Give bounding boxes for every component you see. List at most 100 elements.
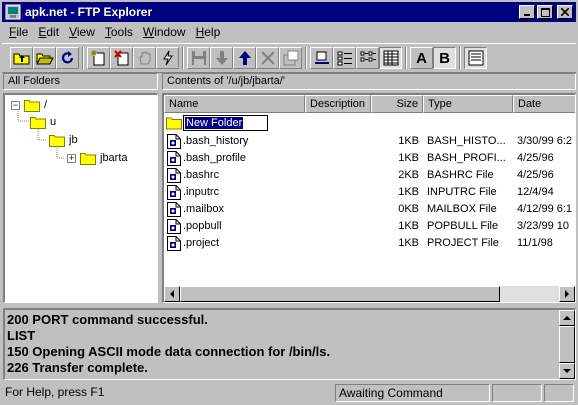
file-list[interactable]: Name Description Size Type Date New Fold… — [162, 93, 576, 303]
toolbar-separator — [305, 47, 307, 69]
up-folder-icon — [13, 53, 29, 65]
cell-size: 1KB — [398, 220, 419, 232]
column-header-type[interactable]: Type — [423, 95, 513, 113]
font-b-button[interactable]: B — [433, 47, 456, 69]
menu-file[interactable]: File — [4, 25, 33, 39]
table-row[interactable]: .mailbox 0KB MAILBOX File 4/12/99 6:1 — [164, 201, 574, 218]
folder-icon — [30, 117, 46, 129]
horizontal-scrollbar[interactable] — [164, 286, 575, 302]
toolbar-separator — [82, 47, 84, 69]
large-icons-button[interactable] — [310, 47, 333, 69]
list-item-new-folder[interactable]: New Folder — [164, 114, 574, 131]
menu-view[interactable]: View — [64, 25, 100, 39]
table-row[interactable]: .bash_history 1KB BASH_HISTO... 3/30/99 6:2 — [164, 133, 574, 150]
log-view-icon — [468, 50, 483, 66]
file-icon — [167, 151, 181, 166]
save-icon — [191, 51, 206, 65]
file-icon — [167, 202, 181, 217]
cell-name: .bash_profile — [183, 152, 246, 164]
cell-date: 3/30/99 6:2 — [517, 135, 573, 147]
table-row[interactable]: .popbull 1KB POPBULL File 3/23/99 10 — [164, 218, 574, 235]
table-row[interactable]: .bash_profile 1KB BASH_PROFI... 4/25/96 — [164, 150, 574, 167]
column-header-size[interactable]: Size — [371, 95, 423, 113]
download-button[interactable] — [210, 47, 233, 69]
vertical-scrollbar[interactable] — [559, 310, 575, 379]
connect-button[interactable] — [156, 47, 179, 69]
properties-icon — [283, 50, 298, 66]
table-row[interactable]: .bashrc 2KB BASHRC File 4/25/96 — [164, 167, 574, 184]
scroll-right-button[interactable] — [559, 286, 575, 302]
hand-icon — [138, 51, 150, 65]
cancel-button[interactable] — [256, 47, 279, 69]
tree-node-root[interactable]: − / — [11, 97, 47, 113]
tree-node-jbarta[interactable]: + jbarta — [67, 150, 128, 166]
cell-size: 1KB — [398, 186, 419, 198]
list-view-button[interactable] — [356, 47, 379, 69]
scroll-down-button[interactable] — [559, 363, 575, 379]
toolbar-separator — [459, 47, 461, 69]
refresh-icon — [61, 51, 73, 64]
delete-icon — [113, 50, 128, 66]
table-row[interactable]: .inputrc 1KB INPUTRC File 12/4/94 — [164, 184, 574, 201]
close-button[interactable] — [557, 5, 573, 19]
up-folder-button[interactable] — [10, 47, 33, 69]
small-icons-button[interactable] — [333, 47, 356, 69]
scroll-left-button[interactable] — [164, 286, 180, 302]
download-icon — [215, 51, 228, 65]
status-panel — [544, 384, 574, 402]
scroll-up-button[interactable] — [559, 310, 575, 326]
scroll-thumb[interactable] — [559, 326, 575, 363]
folder-tree[interactable]: − / u jb + jbarta — [3, 93, 158, 303]
details-view-button[interactable] — [379, 47, 402, 69]
font-a-icon: A — [416, 49, 427, 67]
tree-node-jb[interactable]: jb — [49, 132, 78, 148]
menu-tools[interactable]: Tools — [100, 25, 138, 39]
refresh-button[interactable] — [56, 47, 79, 69]
stop-hand-button[interactable] — [133, 47, 156, 69]
menu-edit[interactable]: Edit — [33, 25, 64, 39]
new-folder-button[interactable] — [87, 47, 110, 69]
cell-type: MAILBOX File — [427, 203, 497, 215]
menu-window-rest: indow — [154, 25, 186, 39]
table-row[interactable]: .project 1KB PROJECT File 11/1/98 — [164, 235, 574, 252]
folder-icon — [49, 135, 65, 147]
minimize-button[interactable] — [519, 5, 535, 19]
expand-icon[interactable]: + — [67, 153, 76, 163]
menu-help[interactable]: Help — [191, 25, 226, 39]
new-folder-icon — [90, 50, 104, 66]
rename-input[interactable]: New Folder — [183, 115, 268, 131]
menu-help-accel: H — [195, 25, 205, 39]
column-header-date[interactable]: Date — [513, 95, 575, 113]
cell-name: .mailbox — [183, 203, 224, 215]
cell-date: 4/25/96 — [517, 169, 554, 181]
maximize-button[interactable] — [537, 5, 553, 19]
cell-size: 0KB — [398, 203, 419, 215]
title-bar[interactable]: apk.net - FTP Explorer — [2, 2, 576, 22]
cell-type: BASHRC File — [427, 169, 494, 181]
upload-button[interactable] — [233, 47, 256, 69]
folder-icon — [166, 117, 182, 130]
scroll-thumb[interactable] — [180, 286, 500, 302]
menu-window[interactable]: Window — [138, 25, 191, 39]
save-button[interactable] — [187, 47, 210, 69]
log-pane[interactable]: 200 PORT command successful. LIST 150 Op… — [3, 308, 576, 380]
cell-type: BASH_PROFI... — [427, 152, 506, 164]
properties-button[interactable] — [279, 47, 302, 69]
open-folder-icon — [35, 53, 54, 65]
log-line: 150 Opening ASCII mode data connection f… — [7, 344, 331, 359]
open-folder-button[interactable] — [33, 47, 56, 69]
column-header-description[interactable]: Description — [305, 95, 371, 113]
window-title: apk.net - FTP Explorer — [25, 5, 153, 19]
column-header-name[interactable]: Name — [164, 95, 305, 113]
status-command-text: Awaiting Command — [335, 384, 490, 402]
font-a-button[interactable]: A — [410, 47, 433, 69]
log-view-button[interactable] — [464, 47, 487, 69]
cell-date: 12/4/94 — [517, 186, 554, 198]
delete-button[interactable] — [110, 47, 133, 69]
tree-node-u[interactable]: u — [30, 114, 56, 130]
menu-window-accel: W — [142, 25, 155, 39]
cell-name: .project — [183, 237, 220, 249]
list-pane-header: Contents of '/u/jb/jbarta/' — [162, 73, 576, 90]
collapse-icon[interactable]: − — [11, 100, 20, 110]
menu-file-rest: ile — [16, 25, 29, 39]
